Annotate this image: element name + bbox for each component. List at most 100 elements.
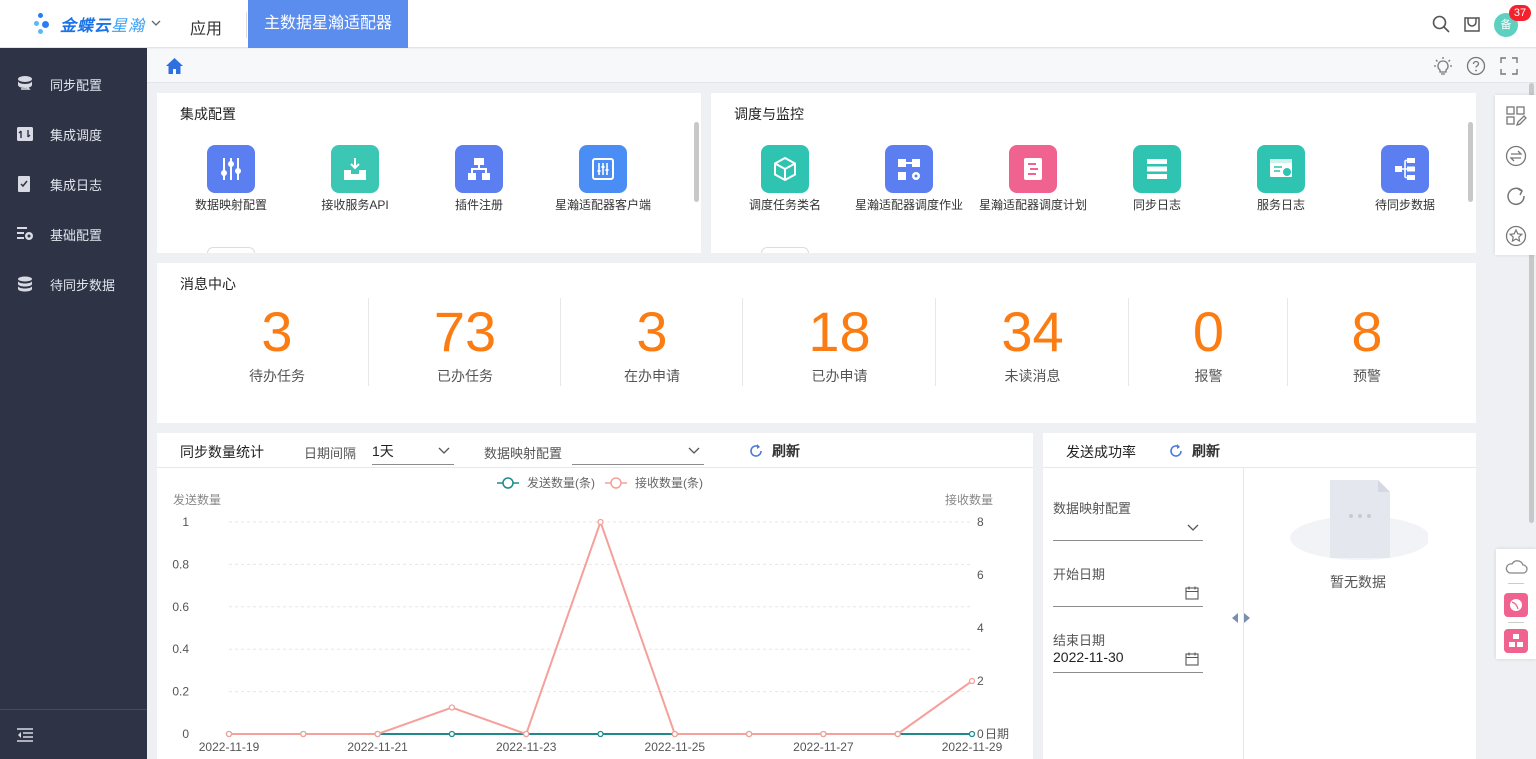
y-right-tick-label: 8 (977, 515, 984, 529)
data-point (671, 730, 678, 738)
data-point (894, 730, 901, 738)
stat-todo[interactable]: 3 待办任务 (177, 300, 377, 386)
y-right-tick-label: 0 (977, 727, 984, 741)
tile-receive-api[interactable]: 接收服务API (293, 145, 417, 212)
scrollbar[interactable] (694, 122, 699, 202)
tab-master-data-adapter[interactable]: 主数据星瀚适配器 (248, 0, 408, 48)
y-left-tick-label: 1 (182, 515, 189, 529)
divider (1508, 622, 1524, 623)
data-point (448, 730, 456, 738)
tile-label: 调度任务类名 (748, 198, 821, 212)
success-rate-card: 发送成功率 刷新 数据映射配置 开始日期 结束日期 2022-11-30 暂无数… (1043, 433, 1476, 759)
layout-edit-icon[interactable] (1505, 105, 1527, 127)
cloud-icon[interactable] (1504, 559, 1528, 578)
brand-logo[interactable]: 金蝶云星瀚 (34, 10, 161, 38)
tile-plugin-register[interactable]: 插件注册 (417, 145, 541, 212)
cube-icon (761, 145, 809, 193)
tile-label: 数据映射配置 (194, 198, 267, 212)
reload-icon[interactable] (1505, 185, 1527, 207)
refresh-label: 刷新 (1192, 443, 1220, 459)
tile-adapter-client[interactable]: 星瀚适配器客户端 (541, 145, 665, 212)
stat-label: 报警 (1194, 368, 1223, 384)
mapping-select[interactable] (1053, 517, 1203, 539)
sidebar-item-log[interactable]: 集成日志 (0, 164, 147, 204)
app-menu-link[interactable]: 应用 (190, 15, 222, 39)
stat-label: 已办任务 (437, 368, 493, 384)
lightbulb-icon[interactable] (1433, 56, 1453, 79)
sliders-icon (207, 145, 255, 193)
search-icon[interactable] (1431, 14, 1451, 34)
flow-gear-icon (885, 145, 933, 193)
y-left-tick-label: 0.8 (172, 557, 189, 571)
refresh-button[interactable]: 刷新 (748, 441, 800, 461)
mapping-select[interactable] (572, 441, 704, 463)
sidebar-item-schedule[interactable]: 集成调度 (0, 114, 147, 154)
stat-warning[interactable]: 8 预警 (1288, 300, 1446, 386)
home-icon[interactable] (165, 57, 184, 78)
stat-in-progress[interactable]: 3 在办申请 (561, 300, 743, 386)
divider (1508, 583, 1524, 584)
x-tick-label: 2022-11-29 (942, 740, 1003, 754)
stat-unread[interactable]: 34 未读消息 (936, 300, 1129, 386)
tile-adapter-plan[interactable]: 星瀚适配器调度计划 (971, 145, 1095, 212)
tile-service-log[interactable]: 服务日志 (1219, 145, 1343, 212)
collapse-toggle-icon[interactable] (1231, 611, 1255, 626)
card-title: 发送成功率 (1066, 444, 1136, 460)
data-point (968, 730, 976, 738)
divider (246, 12, 247, 38)
fullscreen-icon[interactable] (1499, 56, 1519, 79)
x-tick-label: 2022-11-21 (347, 740, 408, 754)
data-point (448, 704, 456, 711)
sidebar-item-pending-data[interactable]: 待同步数据 (0, 264, 147, 304)
stat-done[interactable]: 73 已办任务 (369, 300, 561, 386)
tile-data-mapping[interactable]: 数据映射配置 (169, 145, 293, 212)
tile-label: 接收服务API (321, 198, 389, 212)
stat-value: 8 (1351, 300, 1383, 363)
scrollbar[interactable] (1468, 122, 1473, 202)
refresh-button[interactable]: 刷新 (1168, 441, 1220, 461)
tile-job-class[interactable]: 调度任务类名 (723, 145, 847, 212)
start-date-input[interactable] (1053, 583, 1203, 605)
switch-icon[interactable] (1505, 145, 1527, 167)
tile-label: 插件注册 (454, 198, 503, 212)
card-title: 消息中心 (180, 276, 236, 292)
sidebar: 同步配置 集成调度 集成日志 基础配置 待同步数据 (0, 48, 147, 759)
chevron-down-icon[interactable] (151, 18, 161, 31)
tile-pending-sync[interactable]: 待同步数据 (1343, 145, 1467, 212)
mapping-label: 数据映射配置 (1053, 501, 1132, 516)
plan-doc-icon (1009, 145, 1057, 193)
interval-select[interactable]: 1天 (372, 441, 454, 463)
card-title: 集成配置 (180, 106, 236, 122)
server-list-icon (1133, 145, 1181, 193)
inbox-icon[interactable] (1462, 14, 1482, 34)
stat-label: 已办申请 (811, 368, 868, 384)
favorite-star-icon[interactable] (1505, 225, 1527, 247)
y-left-tick-label: 0.6 (172, 600, 189, 614)
tile-adapter-job[interactable]: 星瀚适配器调度作业 (847, 145, 971, 212)
start-date-label: 开始日期 (1053, 567, 1106, 582)
stat-alarm[interactable]: 0 报警 (1129, 300, 1288, 386)
org-app-icon[interactable] (1504, 629, 1528, 653)
data-point (374, 730, 381, 738)
field-underline (1053, 672, 1203, 673)
sidebar-item-sync-config[interactable]: 同步配置 (0, 64, 147, 104)
stat-applied[interactable]: 18 已办申请 (743, 300, 936, 386)
card-title: 同步数量统计 (180, 444, 264, 460)
y-left-tick-label: 0.4 (172, 642, 189, 656)
sync-line-chart[interactable]: 0 0.2 0.4 0.6 0.8 1 0 2 4 6 8 日期 发送数量 接收数量 2022-11-19 2… (157, 469, 1033, 759)
sidebar-item-base-config[interactable]: 基础配置 (0, 214, 147, 254)
collapse-menu-icon[interactable] (16, 727, 34, 746)
data-point (523, 730, 530, 738)
data-point (225, 730, 233, 738)
x-tick-label: 2022-11-27 (793, 740, 854, 754)
interval-value: 1天 (372, 443, 394, 459)
sidebar-item-label: 待同步数据 (50, 277, 116, 293)
mapping-label: 数据映射配置 (484, 446, 563, 461)
ball-app-icon[interactable] (1504, 593, 1528, 617)
tile-sync-log[interactable]: 同步日志 (1095, 145, 1219, 212)
y-right-axis-title: 接收数量 (945, 492, 993, 507)
help-icon[interactable] (1466, 56, 1486, 79)
hierarchy-icon (455, 145, 503, 193)
end-date-input[interactable]: 2022-11-30 (1053, 649, 1203, 671)
log-icon (16, 175, 34, 193)
